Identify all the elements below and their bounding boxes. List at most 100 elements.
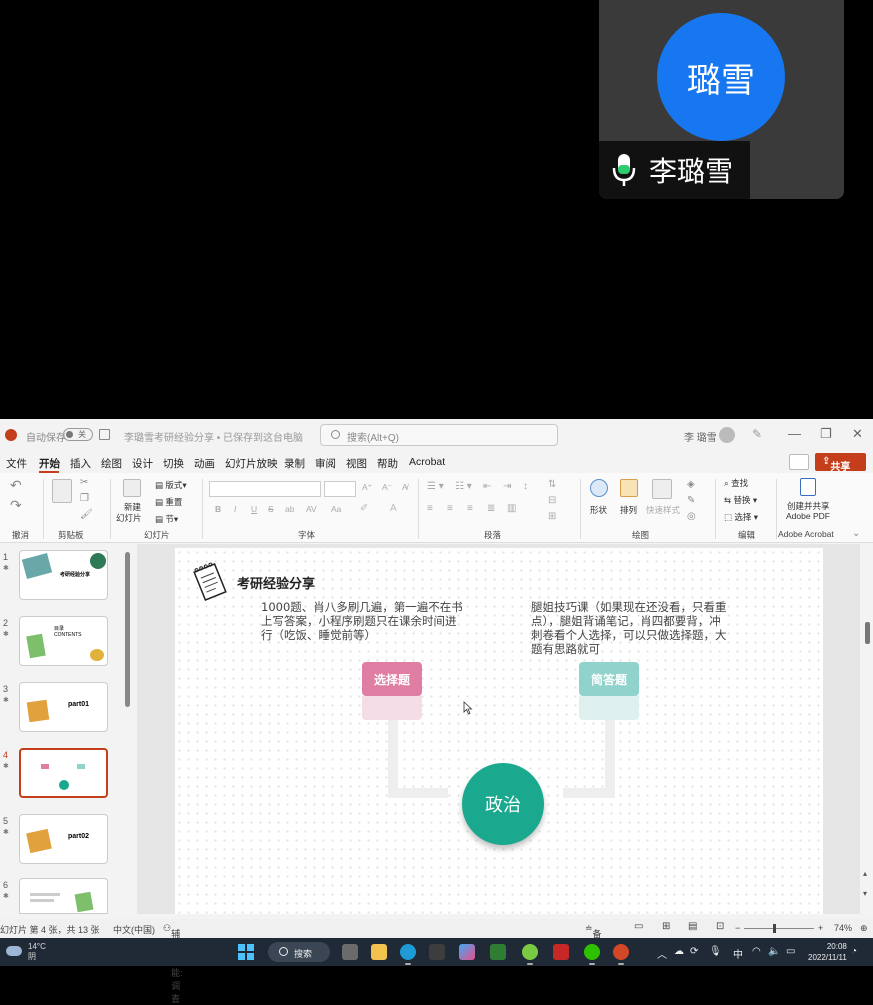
save-icon[interactable] <box>99 429 110 440</box>
menu-transitions[interactable]: 切换 <box>163 456 184 471</box>
battery-icon[interactable]: ▭ <box>786 946 795 957</box>
menu-view[interactable]: 视图 <box>346 456 367 471</box>
weather-widget[interactable]: 14°C 阴 <box>28 942 46 962</box>
align-right-icon[interactable]: ≡ <box>467 503 473 514</box>
slide-thumbnail-3[interactable]: part01 <box>19 682 108 732</box>
redo-icon[interactable]: ↷ <box>10 497 22 514</box>
text-direction-icon[interactable]: ⇅ <box>548 479 556 490</box>
shape-fill-icon[interactable]: ◈ <box>687 479 695 490</box>
font-family-dropdown[interactable] <box>209 481 321 497</box>
slideshow-icon[interactable]: ⊡ <box>716 921 724 932</box>
politics-circle[interactable]: 政治 <box>462 763 544 845</box>
learning-app-icon[interactable] <box>490 944 506 960</box>
align-text-icon[interactable]: ⊟ <box>548 495 556 506</box>
zoom-out-icon[interactable]: − <box>735 923 740 933</box>
menu-draw[interactable]: 绘图 <box>101 456 122 471</box>
share-button[interactable]: ⇪ 共享 <box>815 453 866 473</box>
current-slide[interactable]: 考研经验分享 1000题、肖八多刷几遍，第一遍不在书 上写答案，小程序刷题只在课… <box>175 548 823 914</box>
left-textbox[interactable]: 1000题、肖八多刷几遍，第一遍不在书 上写答案，小程序刷题只在课余时间进 行（… <box>261 600 481 642</box>
line-spacing-icon[interactable]: ↕ <box>523 481 528 492</box>
columns-icon[interactable]: ▥ <box>507 503 516 514</box>
numbering-icon[interactable]: ☷ ▾ <box>455 481 472 492</box>
volume-icon[interactable]: 🔈 <box>768 946 780 957</box>
arrange-icon[interactable] <box>620 479 638 497</box>
shadow-button[interactable]: ab <box>285 504 294 514</box>
menu-record[interactable]: 录制 <box>284 456 305 471</box>
spacing-button[interactable]: AV <box>306 504 317 514</box>
user-avatar[interactable] <box>719 427 735 443</box>
section-button[interactable]: ▤ 节▾ <box>155 513 178 525</box>
zoom-slider-knob[interactable] <box>773 924 776 933</box>
menu-review[interactable]: 审阅 <box>315 456 336 471</box>
menu-home[interactable]: 开始 <box>39 456 60 471</box>
menu-animations[interactable]: 动画 <box>194 456 215 471</box>
editor-scrollbar[interactable]: ▴ ▾ <box>862 544 873 914</box>
taskbar-search-button[interactable]: 搜索 <box>268 942 330 962</box>
align-left-icon[interactable]: ≡ <box>427 503 433 514</box>
app-icon[interactable] <box>459 944 475 960</box>
comment-button[interactable] <box>789 454 809 470</box>
zoom-level[interactable]: 74% <box>834 923 852 933</box>
increase-font-icon[interactable]: A⁺ <box>362 482 372 493</box>
sync-icon[interactable]: ⟳ <box>690 946 698 957</box>
slide-thumbnail-5[interactable]: part02 <box>19 814 108 864</box>
edge-browser-icon[interactable] <box>400 944 416 965</box>
language-status[interactable]: 中文(中国) <box>113 923 155 936</box>
pen-icon[interactable]: ✎ <box>752 427 762 441</box>
menu-help[interactable]: 帮助 <box>377 456 398 471</box>
adobe-label-2[interactable]: Adobe PDF <box>786 511 830 521</box>
undo-icon[interactable]: ↶ <box>10 477 22 494</box>
italic-button[interactable]: I <box>234 504 236 514</box>
reset-button[interactable]: ▤ 重置 <box>155 496 182 508</box>
file-explorer-icon[interactable] <box>371 944 387 960</box>
scroll-down-icon[interactable]: ▾ <box>863 889 867 898</box>
wifi-icon[interactable]: ◠ <box>752 946 761 957</box>
cloud-icon[interactable] <box>6 946 22 956</box>
right-textbox[interactable]: 腿姐技巧课（如果现在还没看，只看重 点），腿姐背诵笔记，肖四都要背，冲 刺卷看个… <box>531 600 757 656</box>
chrome-icon[interactable] <box>522 944 538 965</box>
justify-icon[interactable]: ≣ <box>487 503 495 514</box>
participant-video-tile[interactable]: 璐雪 李璐雪 <box>599 0 844 199</box>
notification-icon[interactable]: ◔ <box>851 946 857 957</box>
taskbar-clock[interactable]: 20:08 2022/11/11 <box>808 941 847 963</box>
minimize-icon[interactable]: — <box>788 426 801 441</box>
bold-button[interactable]: B <box>215 504 221 514</box>
new-slide-icon[interactable] <box>123 479 141 497</box>
quick-styles-label[interactable]: 快速样式 <box>646 504 680 516</box>
zoom-slider[interactable] <box>744 928 814 929</box>
slide-thumbnail-1[interactable]: 考研经验分享 <box>19 550 108 600</box>
find-button[interactable]: ⌕ 查找 <box>724 477 748 489</box>
cut-icon[interactable]: ✂ <box>80 477 88 488</box>
slide-thumbnail-4[interactable] <box>19 748 108 798</box>
menu-design[interactable]: 设计 <box>132 456 153 471</box>
search-input[interactable]: 搜索(Alt+Q) <box>320 424 558 446</box>
collapse-ribbon-icon[interactable]: ⌄ <box>852 528 860 539</box>
adobe-pdf-icon[interactable] <box>800 478 816 496</box>
increase-indent-icon[interactable]: ⇥ <box>503 481 511 492</box>
decrease-indent-icon[interactable]: ⇤ <box>483 481 491 492</box>
shapes-label[interactable]: 形状 <box>590 504 607 516</box>
thumbnail-scrollbar[interactable] <box>125 552 130 707</box>
font-color-icon[interactable]: A <box>390 503 397 514</box>
normal-view-icon[interactable]: ▭ <box>634 921 643 932</box>
scrollbar-thumb[interactable] <box>865 622 870 644</box>
store-icon[interactable] <box>429 944 445 960</box>
replace-button[interactable]: ⇆ 替换 ▾ <box>724 494 757 506</box>
slide-thumbnail-2[interactable]: 目录 CONTENTS <box>19 616 108 666</box>
notes-button[interactable]: ≐ 备注 <box>585 923 602 952</box>
pdf-app-icon[interactable] <box>553 944 569 960</box>
slide-sorter-icon[interactable]: ⊞ <box>662 921 670 932</box>
shape-outline-icon[interactable]: ✎ <box>687 495 695 506</box>
underline-button[interactable]: U <box>251 504 257 514</box>
wechat-icon[interactable] <box>584 944 600 965</box>
slide-thumbnail-6[interactable] <box>19 878 108 914</box>
task-view-icon[interactable] <box>342 944 358 960</box>
font-size-dropdown[interactable] <box>324 481 356 497</box>
scroll-up-icon[interactable]: ▴ <box>863 869 867 878</box>
start-menu-icon[interactable] <box>238 944 254 960</box>
shapes-icon[interactable] <box>590 479 608 497</box>
menu-slideshow[interactable]: 幻灯片放映 <box>225 456 278 471</box>
multiple-choice-tag[interactable]: 选择题 <box>362 662 422 696</box>
format-painter-icon[interactable]: 🖌 <box>80 509 93 520</box>
maximize-icon[interactable]: ❐ <box>820 426 832 442</box>
